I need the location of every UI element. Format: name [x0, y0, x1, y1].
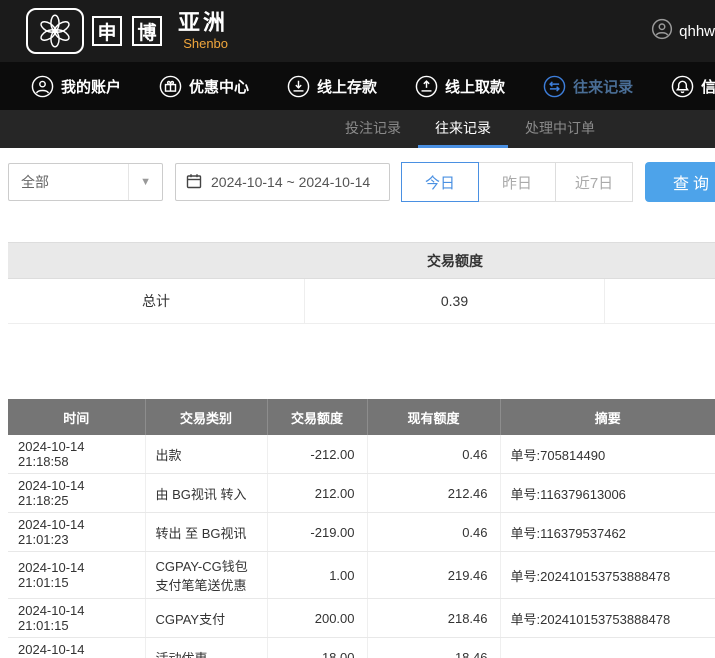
cell-type: 出款	[145, 435, 267, 474]
nav-label: 线上取款	[445, 76, 505, 97]
type-filter-select[interactable]: 全部 ▼	[8, 163, 163, 201]
cell-type: 活动优惠	[145, 638, 267, 658]
cell-summary: 单号:202410153753888478	[500, 552, 715, 599]
cell-amount: 18.00	[267, 638, 367, 658]
top-header: 申 博 亚洲 Shenbo qhhw	[0, 0, 715, 62]
date-range-value: 2024-10-14 ~ 2024-10-14	[211, 174, 370, 190]
type-filter-value: 全部	[21, 172, 49, 192]
nav-label: 往来记录	[573, 76, 633, 97]
logo-char-bo: 博	[132, 16, 162, 46]
nav-label: 线上存款	[317, 76, 377, 97]
summary-total-row: 总计 0.39	[8, 279, 715, 324]
cell-time: 2024-10-14 21:01:23	[8, 513, 145, 552]
cell-summary: 单号:116379537462	[500, 513, 715, 552]
logo-region: 亚洲	[178, 11, 228, 35]
col-header-balance: 现有额度	[367, 399, 500, 435]
page: 申 博 亚洲 Shenbo qhhw	[0, 0, 715, 658]
cell-balance: 18.46	[367, 638, 500, 658]
summary-header-row: 交易额度	[8, 242, 715, 279]
deposit-icon	[287, 75, 310, 98]
nav-item-withdraw[interactable]: 线上取款	[396, 62, 524, 110]
today-button[interactable]: 今日	[401, 162, 479, 202]
cell-amount: -212.00	[267, 435, 367, 474]
flower-logo-icon	[26, 8, 84, 54]
summary-total-value: 0.39	[305, 279, 605, 323]
cell-type: 转出 至 BG视讯	[145, 513, 267, 552]
username: qhhw	[679, 23, 715, 40]
cell-balance: 0.46	[367, 435, 500, 474]
cell-type: CGPAY支付	[145, 599, 267, 638]
chevron-down-icon: ▼	[128, 164, 162, 200]
cell-time: 2024-10-14 21:01:15	[8, 599, 145, 638]
col-header-time: 时间	[8, 399, 145, 435]
filter-bar: 全部 ▼ 2024-10-14 ~ 2024-10-14 今日 昨日	[0, 148, 715, 216]
cell-summary: 单号:705814490	[500, 435, 715, 474]
table-header-row: 时间 交易类别 交易额度 现有额度 摘要	[8, 399, 715, 435]
nav-item-my-account[interactable]: 我的账户	[12, 62, 140, 110]
col-header-amount: 交易额度	[267, 399, 367, 435]
sub-nav: 投注记录 往来记录 处理中订单	[0, 110, 715, 148]
tab-processing-orders[interactable]: 处理中订单	[508, 110, 612, 148]
yesterday-button[interactable]: 昨日	[478, 162, 556, 202]
table-row: 2024-10-14 21:18:58 出款 -212.00 0.46 单号:7…	[8, 435, 715, 474]
nav-item-promotions[interactable]: 优惠中心	[140, 62, 268, 110]
cell-balance: 219.46	[367, 552, 500, 599]
cell-amount: 212.00	[267, 474, 367, 513]
cell-amount: 1.00	[267, 552, 367, 599]
col-header-type: 交易类别	[145, 399, 267, 435]
cell-balance: 218.46	[367, 599, 500, 638]
cell-summary: 单号:202410153753888478	[500, 599, 715, 638]
brand-logo[interactable]: 申 博 亚洲 Shenbo	[26, 8, 228, 54]
main-nav: 我的账户 优惠中心 线上存款 线上取款	[0, 62, 715, 110]
cell-balance: 212.46	[367, 474, 500, 513]
tab-label: 处理中订单	[525, 118, 595, 138]
cell-summary	[500, 638, 715, 658]
cell-summary: 单号:116379613006	[500, 474, 715, 513]
cell-balance: 0.46	[367, 513, 500, 552]
last-7-days-button[interactable]: 近7日	[555, 162, 633, 202]
transactions-table: 时间 交易类别 交易额度 现有额度 摘要 2024-10-14 21:18:58…	[8, 399, 715, 658]
gift-icon	[159, 75, 182, 98]
date-range-input[interactable]: 2024-10-14 ~ 2024-10-14	[175, 163, 390, 201]
tab-label: 往来记录	[435, 118, 491, 138]
tab-label: 投注记录	[345, 118, 401, 138]
nav-item-transactions[interactable]: 往来记录	[524, 62, 652, 110]
cell-type: CGPAY-CG钱包支付笔笔送优惠	[145, 552, 267, 599]
cell-time: 2024-10-14 21:00:49	[8, 638, 145, 658]
cell-amount: 200.00	[267, 599, 367, 638]
transactions-icon	[543, 75, 566, 98]
tab-transaction-records[interactable]: 往来记录	[418, 110, 508, 148]
cell-amount: -219.00	[267, 513, 367, 552]
search-button[interactable]: 查询	[645, 162, 715, 202]
withdraw-icon	[415, 75, 438, 98]
nav-item-deposit[interactable]: 线上存款	[268, 62, 396, 110]
user-account[interactable]: qhhw	[651, 18, 715, 44]
col-header-summary: 摘要	[500, 399, 715, 435]
summary-table: 交易额度 总计 0.39	[8, 242, 715, 324]
cell-time: 2024-10-14 21:18:25	[8, 474, 145, 513]
table-row: 2024-10-14 21:00:49 活动优惠 18.00 18.46	[8, 638, 715, 658]
cell-time: 2024-10-14 21:01:15	[8, 552, 145, 599]
nav-label: 优惠中心	[189, 76, 249, 97]
cell-time: 2024-10-14 21:18:58	[8, 435, 145, 474]
nav-item-messages[interactable]: 信	[652, 62, 715, 110]
tab-betting-records[interactable]: 投注记录	[328, 110, 418, 148]
table-row: 2024-10-14 21:18:25 由 BG视讯 转入 212.00 212…	[8, 474, 715, 513]
cell-type: 由 BG视讯 转入	[145, 474, 267, 513]
nav-label: 信	[701, 76, 715, 97]
logo-brand-name: Shenbo	[183, 36, 228, 51]
summary-header-label: 交易额度	[305, 243, 605, 278]
table-row: 2024-10-14 21:01:15 CGPAY-CG钱包支付笔笔送优惠 1.…	[8, 552, 715, 599]
table-row: 2024-10-14 21:01:23 转出 至 BG视讯 -219.00 0.…	[8, 513, 715, 552]
user-icon	[31, 75, 54, 98]
calendar-icon	[186, 173, 202, 192]
logo-char-shen: 申	[92, 16, 122, 46]
table-row: 2024-10-14 21:01:15 CGPAY支付 200.00 218.4…	[8, 599, 715, 638]
summary-total-label: 总计	[8, 279, 305, 323]
user-avatar-icon	[651, 18, 673, 44]
bell-icon	[671, 75, 694, 98]
nav-label: 我的账户	[61, 76, 121, 97]
quick-date-buttons: 今日 昨日 近7日	[402, 162, 633, 202]
